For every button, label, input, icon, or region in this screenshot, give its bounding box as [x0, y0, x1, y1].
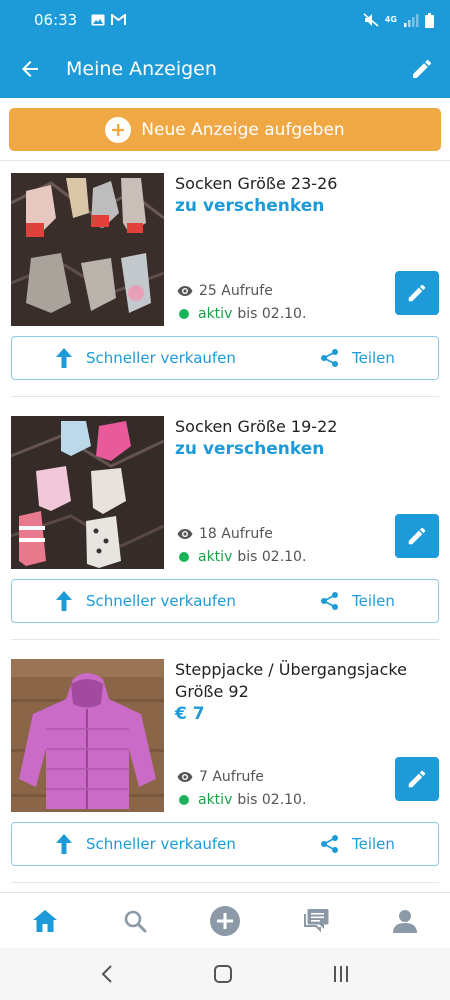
listing-price: zu verschenken [175, 439, 325, 459]
listing-actions: Schneller verkaufen Teilen [11, 822, 439, 866]
status-time: 06:33 [34, 11, 78, 29]
pencil-icon [408, 770, 426, 788]
sell-faster-label: Schneller verkaufen [86, 349, 236, 367]
listing-views: 7 Aufrufe [177, 769, 264, 785]
listing-status: aktiv bis 02.10. [179, 792, 306, 808]
listing-price: zu verschenken [175, 196, 325, 216]
messages-icon [304, 908, 329, 932]
edit-mode-button[interactable] [394, 40, 450, 98]
new-ad-label: Neue Anzeige aufgeben [141, 119, 345, 140]
arrow-left-icon [22, 61, 38, 77]
app-bar: Meine Anzeigen [0, 40, 450, 98]
sell-faster-button[interactable]: Schneller verkaufen [56, 834, 236, 854]
listing-actions: Schneller verkaufen Teilen [11, 336, 439, 380]
nav-messages[interactable] [270, 893, 360, 948]
status-until: bis 02.10. [237, 306, 307, 322]
status-label: aktiv [198, 306, 233, 322]
share-button[interactable]: Teilen [320, 834, 395, 854]
share-icon [321, 592, 338, 610]
share-icon [321, 349, 338, 367]
arrow-up-icon [56, 348, 72, 368]
listing-image[interactable] [11, 659, 164, 812]
listing-card: Steppjacke / Übergangsjacke Größe 92 € 7… [0, 647, 450, 890]
edit-listing-button[interactable] [395, 271, 439, 315]
gmail-icon [111, 14, 127, 26]
system-recents-icon[interactable] [332, 965, 350, 983]
listings-content: Neue Anzeige aufgeben Socken Größe 23-26… [0, 98, 450, 892]
back-button[interactable] [0, 40, 60, 98]
nav-add[interactable] [180, 893, 270, 948]
pencil-icon [413, 59, 432, 78]
arrow-up-icon [56, 591, 72, 611]
nav-profile[interactable] [360, 893, 450, 948]
eye-icon [177, 286, 193, 296]
sell-faster-label: Schneller verkaufen [86, 592, 236, 610]
status-label: aktiv [198, 549, 233, 565]
divider [11, 882, 439, 883]
edit-listing-button[interactable] [395, 514, 439, 558]
listing-title[interactable]: Socken Größe 23-26 [175, 173, 437, 195]
nav-search[interactable] [90, 893, 180, 948]
divider [11, 396, 439, 397]
listing-status: aktiv bis 02.10. [179, 549, 306, 565]
plus-circle-icon [105, 116, 132, 143]
network-type: 4G [384, 15, 397, 24]
bottom-navigation [0, 892, 450, 948]
status-bar: 06:33 4G [0, 0, 450, 40]
status-dot [179, 552, 189, 562]
system-back-icon[interactable] [100, 965, 114, 983]
share-button[interactable]: Teilen [320, 591, 395, 611]
status-dot [179, 795, 189, 805]
mute-icon [363, 13, 379, 27]
edit-listing-button[interactable] [395, 757, 439, 801]
status-label: aktiv [198, 792, 233, 808]
listing-image[interactable] [11, 173, 164, 326]
pencil-icon [408, 284, 426, 302]
eye-icon [177, 772, 193, 782]
share-label: Teilen [352, 592, 395, 610]
listing-views: 25 Aufrufe [177, 283, 273, 299]
share-label: Teilen [352, 349, 395, 367]
gallery-icon [91, 14, 105, 26]
divider [11, 639, 439, 640]
add-circle-icon [210, 905, 240, 936]
share-label: Teilen [352, 835, 395, 853]
arrow-up-icon [56, 834, 72, 854]
listing-card: Socken Größe 23-26 zu verschenken 25 Auf… [0, 161, 450, 404]
new-ad-button[interactable]: Neue Anzeige aufgeben [9, 108, 441, 151]
views-count: 18 Aufrufe [199, 526, 273, 542]
views-count: 7 Aufrufe [199, 769, 264, 785]
system-navigation-bar [0, 948, 450, 1000]
listing-title[interactable]: Steppjacke / Übergangsjacke Größe 92 [175, 659, 437, 703]
listing-image[interactable] [11, 416, 164, 569]
listing-status: aktiv bis 02.10. [179, 306, 306, 322]
home-icon [33, 909, 57, 932]
share-button[interactable]: Teilen [320, 348, 395, 368]
listing-title[interactable]: Socken Größe 19-22 [175, 416, 437, 438]
system-home-icon[interactable] [213, 964, 233, 984]
status-until: bis 02.10. [237, 549, 307, 565]
nav-home[interactable] [0, 893, 90, 948]
sell-faster-button[interactable]: Schneller verkaufen [56, 591, 236, 611]
share-icon [321, 835, 338, 853]
pencil-icon [408, 527, 426, 545]
battery-icon [425, 12, 434, 28]
status-dot [179, 309, 189, 319]
search-icon [124, 910, 147, 932]
sell-faster-button[interactable]: Schneller verkaufen [56, 348, 236, 368]
status-until: bis 02.10. [237, 792, 307, 808]
listing-price: € 7 [175, 704, 205, 724]
page-title: Meine Anzeigen [66, 58, 217, 80]
eye-icon [177, 529, 193, 539]
views-count: 25 Aufrufe [199, 283, 273, 299]
listing-card: Socken Größe 19-22 zu verschenken 18 Auf… [0, 404, 450, 647]
sell-faster-label: Schneller verkaufen [86, 835, 236, 853]
listing-views: 18 Aufrufe [177, 526, 273, 542]
signal-icon [403, 13, 419, 27]
profile-icon [393, 909, 417, 933]
listing-actions: Schneller verkaufen Teilen [11, 579, 439, 623]
